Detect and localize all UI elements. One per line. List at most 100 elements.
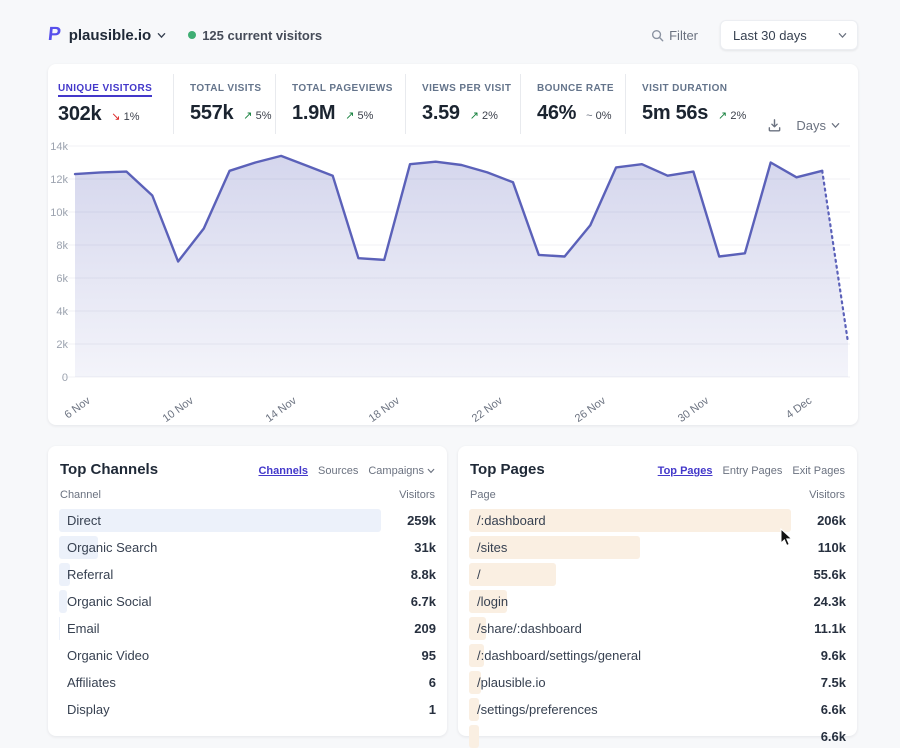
row-value: 31k bbox=[414, 540, 436, 555]
row-value: 9.6k bbox=[821, 648, 846, 663]
row-value: 7.5k bbox=[821, 675, 846, 690]
table-row[interactable]: /:dashboard/settings/general 9.6k bbox=[469, 644, 846, 667]
table-row[interactable]: /share/:dashboard 11.1k bbox=[469, 617, 846, 640]
stat-value: 557k bbox=[190, 102, 233, 125]
svg-text:8k: 8k bbox=[56, 240, 68, 252]
download-icon bbox=[767, 118, 782, 133]
row-label: Organic Social bbox=[59, 594, 152, 609]
tab-exit-pages[interactable]: Exit Pages bbox=[792, 465, 845, 477]
row-label: Organic Video bbox=[59, 648, 149, 663]
stat-visit-duration[interactable]: VISIT DURATION 5m 56s ↗ 2% bbox=[625, 74, 785, 134]
row-label: /share/:dashboard bbox=[469, 621, 582, 636]
stat-label: UNIQUE VISITORS bbox=[58, 83, 152, 97]
row-label: /sites bbox=[469, 540, 507, 555]
row-label: /:dashboard/settings/general bbox=[469, 648, 641, 663]
filter-button[interactable]: Filter bbox=[651, 28, 698, 43]
top-pages-title: Top Pages bbox=[470, 461, 545, 478]
col-channel: Channel bbox=[60, 489, 101, 501]
table-row[interactable]: /sites 110k bbox=[469, 536, 846, 559]
stat-value: 46% bbox=[537, 102, 576, 125]
pages-column-headers: Page Visitors bbox=[469, 486, 846, 509]
stat-change: ↗ 5% bbox=[243, 109, 271, 122]
download-button[interactable] bbox=[767, 118, 782, 133]
stat-change: ↘ 1% bbox=[111, 110, 139, 123]
stat-value: 5m 56s bbox=[642, 102, 708, 125]
row-label: /settings/preferences bbox=[469, 702, 598, 717]
row-label: Organic Search bbox=[59, 540, 157, 555]
row-label: Affiliates bbox=[59, 675, 116, 690]
site-name[interactable]: plausible.io bbox=[69, 27, 152, 44]
table-row[interactable]: Organic Social 6.7k bbox=[59, 590, 436, 613]
interval-dropdown[interactable]: Days bbox=[796, 118, 840, 133]
chart-controls: Days bbox=[767, 118, 840, 133]
channels-column-headers: Channel Visitors bbox=[59, 486, 436, 509]
svg-text:10k: 10k bbox=[50, 207, 68, 219]
table-row[interactable]: /settings/preferences 6.6k bbox=[469, 698, 846, 721]
stat-unique-visitors[interactable]: UNIQUE VISITORS 302k ↘ 1% bbox=[58, 74, 173, 134]
svg-text:6 Nov: 6 Nov bbox=[62, 394, 93, 421]
site-switcher-chevron-icon[interactable] bbox=[157, 31, 166, 40]
table-row[interactable]: Direct 259k bbox=[59, 509, 436, 532]
row-value: 6.6k bbox=[821, 729, 846, 744]
row-value: 206k bbox=[817, 513, 846, 528]
date-range-chevron-icon bbox=[838, 31, 847, 40]
row-value: 6 bbox=[429, 675, 436, 690]
top-pages-tabs: Top Pages Entry Pages Exit Pages bbox=[658, 465, 845, 477]
row-label: Referral bbox=[59, 567, 113, 582]
arrow-up-icon: ↗ bbox=[470, 110, 479, 122]
tab-top-pages[interactable]: Top Pages bbox=[658, 465, 713, 477]
current-visitors[interactable]: 125 current visitors bbox=[188, 28, 322, 43]
svg-text:6k: 6k bbox=[56, 273, 68, 285]
tab-sources[interactable]: Sources bbox=[318, 465, 358, 477]
row-value: 11.1k bbox=[814, 621, 846, 636]
date-range-value: Last 30 days bbox=[733, 28, 807, 43]
row-bar bbox=[469, 725, 479, 748]
table-row[interactable]: 6.6k bbox=[469, 725, 846, 748]
row-bar bbox=[59, 509, 381, 532]
table-row[interactable]: /:dashboard 206k bbox=[469, 509, 846, 532]
row-value: 6.6k bbox=[821, 702, 846, 717]
row-bar bbox=[469, 563, 556, 586]
svg-text:14k: 14k bbox=[50, 141, 68, 153]
channels-rows: Direct 259k Organic Search 31k Referral … bbox=[59, 509, 436, 721]
row-value: 259k bbox=[407, 513, 436, 528]
table-row[interactable]: Affiliates 6 bbox=[59, 671, 436, 694]
tab-channels[interactable]: Channels bbox=[258, 465, 308, 477]
table-row[interactable]: Organic Video 95 bbox=[59, 644, 436, 667]
table-row[interactable]: Referral 8.8k bbox=[59, 563, 436, 586]
filter-label: Filter bbox=[669, 28, 698, 43]
table-row[interactable]: /plausible.io 7.5k bbox=[469, 671, 846, 694]
svg-text:4k: 4k bbox=[56, 306, 68, 318]
table-row[interactable]: /login 24.3k bbox=[469, 590, 846, 613]
stat-views-per-visit[interactable]: VIEWS PER VISIT 3.59 ↗ 2% bbox=[405, 74, 520, 134]
stat-total-visits[interactable]: TOTAL VISITS 557k ↗ 5% bbox=[173, 74, 275, 134]
tab-campaigns[interactable]: Campaigns bbox=[368, 465, 435, 477]
tab-entry-pages[interactable]: Entry Pages bbox=[722, 465, 782, 477]
stat-value: 302k bbox=[58, 103, 101, 126]
stat-label: TOTAL PAGEVIEWS bbox=[292, 83, 393, 94]
svg-text:2k: 2k bbox=[56, 339, 68, 351]
stat-bounce-rate[interactable]: BOUNCE RATE 46% ~ 0% bbox=[520, 74, 625, 134]
table-row[interactable]: Email 209 bbox=[59, 617, 436, 640]
date-range-select[interactable]: Last 30 days bbox=[720, 20, 858, 50]
chevron-down-icon bbox=[831, 121, 840, 130]
row-value: 8.8k bbox=[411, 567, 436, 582]
col-page: Page bbox=[470, 489, 496, 501]
table-row[interactable]: Display 1 bbox=[59, 698, 436, 721]
table-row[interactable]: Organic Search 31k bbox=[59, 536, 436, 559]
stat-label: VIEWS PER VISIT bbox=[422, 83, 511, 94]
svg-text:14 Nov: 14 Nov bbox=[264, 394, 300, 424]
chevron-down-icon bbox=[427, 467, 435, 475]
table-row[interactable]: / 55.6k bbox=[469, 563, 846, 586]
visitors-area-chart[interactable]: 02k4k6k8k10k12k14k6 Nov10 Nov14 Nov18 No… bbox=[48, 134, 858, 424]
stat-total-pageviews[interactable]: TOTAL PAGEVIEWS 1.9M ↗ 5% bbox=[275, 74, 405, 134]
row-label: Direct bbox=[59, 513, 101, 528]
row-value: 55.6k bbox=[813, 567, 846, 582]
plausible-logo-icon: P bbox=[47, 24, 62, 46]
top-bar: P plausible.io 125 current visitors Filt… bbox=[48, 18, 858, 52]
row-label: /login bbox=[469, 594, 508, 609]
top-channels-title: Top Channels bbox=[60, 461, 158, 478]
flat-tilde-icon: ~ bbox=[586, 110, 592, 122]
svg-text:4 Dec: 4 Dec bbox=[784, 394, 815, 421]
stats-row: UNIQUE VISITORS 302k ↘ 1% TOTAL VISITS 5… bbox=[48, 64, 858, 134]
